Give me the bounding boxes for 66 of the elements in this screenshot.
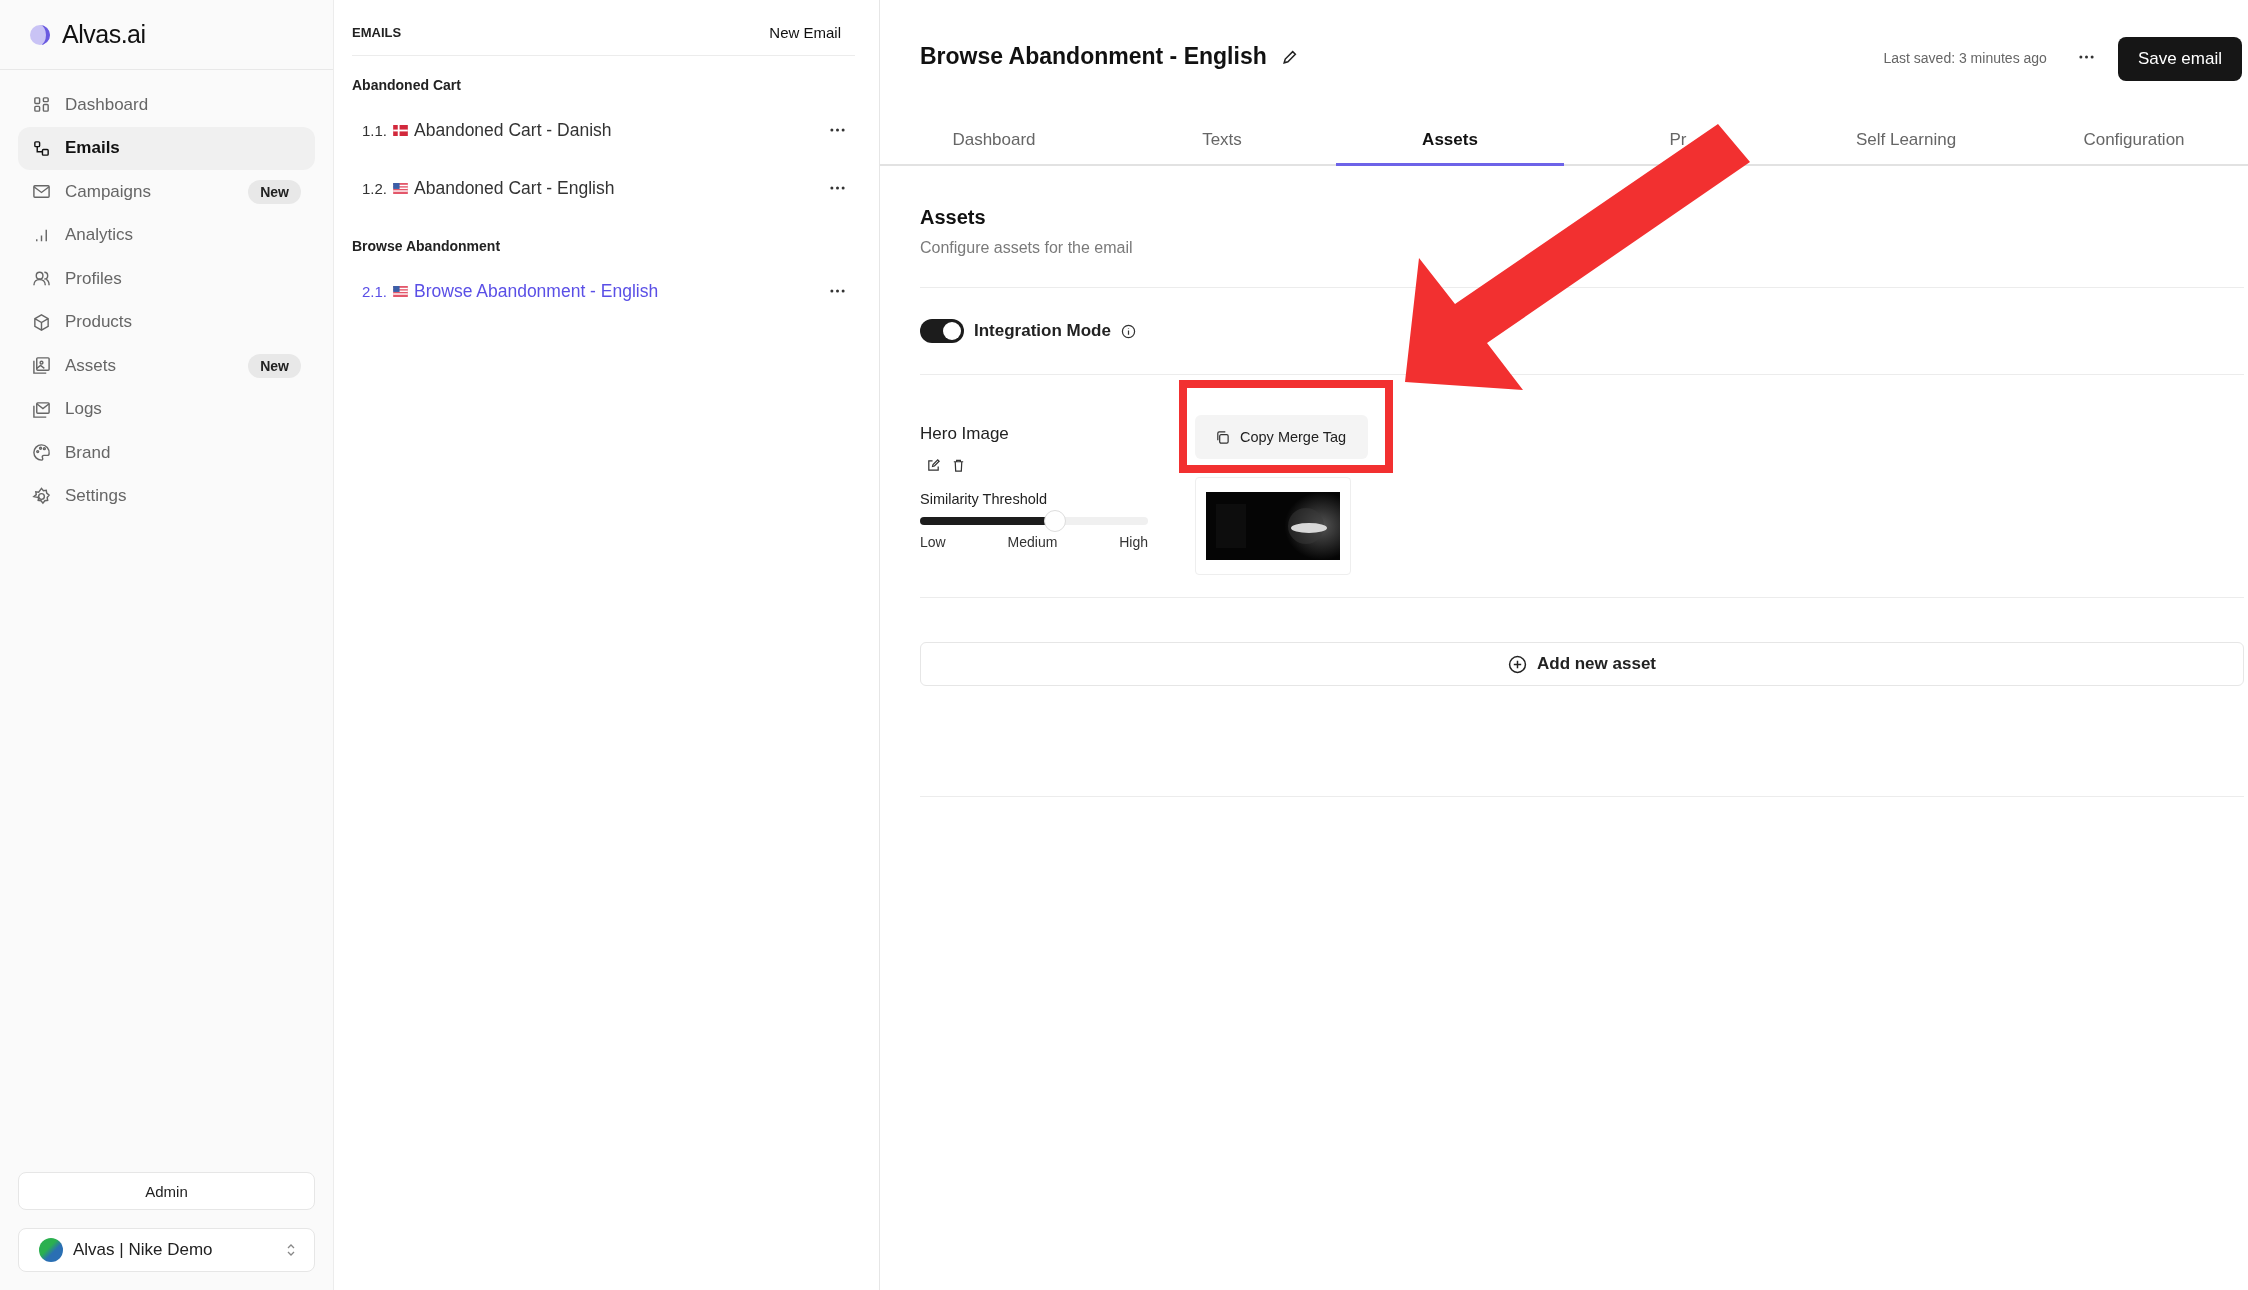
sidebar-item[interactable]: Settings bbox=[18, 474, 315, 518]
email-item[interactable]: 1.1. Abandoned Cart - Danish bbox=[352, 101, 855, 159]
nodes-icon bbox=[32, 138, 51, 158]
image-icon bbox=[32, 356, 51, 376]
gear-icon bbox=[32, 486, 51, 506]
plus-circle-icon bbox=[1507, 654, 1527, 674]
edit-icon[interactable] bbox=[926, 458, 941, 473]
palette-icon bbox=[32, 443, 51, 463]
logo-icon bbox=[28, 22, 52, 47]
save-button[interactable]: Save email bbox=[2117, 37, 2242, 81]
more-icon[interactable] bbox=[830, 186, 845, 190]
tab[interactable]: Assets bbox=[1336, 116, 1564, 166]
workspace-switcher[interactable]: Alvas | Nike Demo bbox=[18, 1228, 315, 1272]
sidebar-item[interactable]: Dashboard bbox=[18, 83, 315, 127]
email-item[interactable]: 1.2. Abandoned Cart - English bbox=[352, 159, 855, 217]
brand-name: Alvas.ai bbox=[62, 20, 146, 49]
asset-name: Hero Image bbox=[920, 424, 1010, 444]
new-badge: New bbox=[248, 353, 301, 378]
flag-icon bbox=[393, 182, 409, 194]
email-item[interactable]: 2.1. Browse Abandonment - English bbox=[352, 262, 855, 320]
copy-merge-tag-button[interactable]: Copy Merge Tag bbox=[1195, 415, 1369, 459]
sidebar-item[interactable]: Analytics bbox=[18, 213, 315, 257]
box-icon bbox=[32, 312, 51, 332]
sidebar-item[interactable]: Assets New bbox=[18, 344, 315, 388]
panel-title: EMAILS bbox=[352, 25, 402, 40]
scale-label: Medium bbox=[1007, 534, 1058, 550]
chevron-icon bbox=[286, 1242, 296, 1258]
more-icon[interactable] bbox=[830, 128, 845, 132]
toggle-label: Integration Mode bbox=[974, 321, 1111, 341]
sidebar-item[interactable]: Products bbox=[18, 300, 315, 344]
sidebar-item[interactable]: Emails bbox=[18, 126, 315, 170]
new-badge: New bbox=[248, 179, 301, 204]
section-title: Assets bbox=[920, 206, 987, 229]
admin-button[interactable]: Admin bbox=[18, 1172, 315, 1210]
tab[interactable]: Dashboard bbox=[880, 116, 1108, 164]
scale-label: High bbox=[1119, 534, 1148, 550]
similarity-slider[interactable] bbox=[920, 510, 1148, 532]
new-email-button[interactable]: New Email bbox=[769, 24, 855, 41]
scale-label: Low bbox=[920, 534, 946, 550]
email-title: Browse Abandonment - English bbox=[920, 43, 1267, 70]
tab[interactable]: Configuration bbox=[2020, 116, 2248, 164]
toggle-switch[interactable] bbox=[920, 319, 964, 343]
workspace-avatar-icon bbox=[39, 1238, 63, 1262]
sidebar-item[interactable]: Campaigns New bbox=[18, 170, 315, 214]
more-icon[interactable] bbox=[830, 289, 845, 293]
inbox-icon bbox=[32, 399, 51, 419]
copy-icon bbox=[1215, 429, 1230, 445]
sidebar-item[interactable]: Brand bbox=[18, 431, 315, 475]
group-heading: Browse Abandonment bbox=[352, 237, 502, 256]
trash-icon[interactable] bbox=[951, 458, 966, 473]
pencil-icon[interactable] bbox=[1280, 49, 1298, 66]
info-icon[interactable] bbox=[1120, 323, 1136, 339]
section-subtitle: Configure assets for the email bbox=[920, 239, 1134, 257]
add-asset-button[interactable]: Add new asset bbox=[920, 642, 2244, 686]
sidebar-item[interactable]: Logs bbox=[18, 387, 315, 431]
slider-label: Similarity Threshold bbox=[920, 491, 1049, 507]
sidebar-item[interactable]: Profiles bbox=[18, 257, 315, 301]
more-icon[interactable] bbox=[2078, 55, 2094, 59]
last-saved-text: Last saved: 3 minutes ago bbox=[1883, 50, 2047, 66]
tab[interactable]: Pr bbox=[1564, 116, 1792, 164]
flag-icon bbox=[393, 124, 409, 136]
grid-icon bbox=[32, 95, 51, 115]
tab[interactable]: Self Learning bbox=[1792, 116, 2020, 164]
flag-icon bbox=[393, 285, 409, 297]
group-heading: Abandoned Cart bbox=[352, 76, 462, 95]
tab[interactable]: Texts bbox=[1108, 116, 1336, 164]
